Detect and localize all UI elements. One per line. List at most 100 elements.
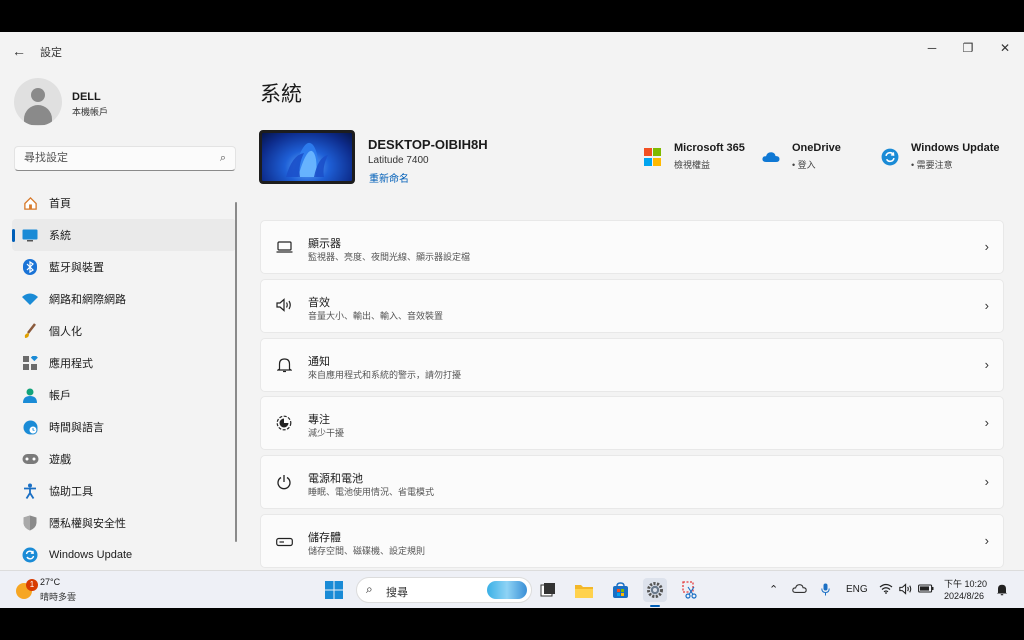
- sidebar-item-gaming[interactable]: 遊戲: [12, 443, 236, 475]
- sidebar-nav: 首頁 系統 藍牙與裝置 網路和網際網路 個人化 應用程式 帳戶 時間與語言 遊戲…: [12, 187, 236, 571]
- service-status: • 登入: [792, 160, 816, 170]
- card-title: 儲存體: [308, 531, 341, 544]
- home-icon: [21, 194, 39, 212]
- card-notifications[interactable]: 通知 來自應用程式和系統的警示，請勿打擾 ›: [260, 337, 1004, 392]
- close-button[interactable]: ✕: [993, 38, 1017, 58]
- chevron-right-icon: ›: [984, 415, 989, 431]
- card-subtitle: 來自應用程式和系統的警示，請勿打擾: [308, 369, 462, 380]
- card-subtitle: 儲存空間、磁碟機、設定規則: [308, 545, 426, 556]
- service-status: 檢視權益: [674, 160, 711, 170]
- volume-icon[interactable]: [899, 583, 913, 598]
- sidebar-item-accounts[interactable]: 帳戶: [12, 379, 236, 411]
- sidebar-item-label: 時間與語言: [49, 422, 104, 434]
- card-subtitle: 監視器、亮度、夜間光線、顯示器設定檔: [308, 252, 471, 262]
- taskbar-search[interactable]: ⌕ 搜尋: [356, 577, 532, 603]
- card-display[interactable]: 顯示器 監視器、亮度、夜間光線、顯示器設定檔 ›: [260, 220, 1004, 274]
- bluetooth-icon: [21, 258, 39, 276]
- card-focus[interactable]: 專注 減少干擾 ›: [260, 396, 1004, 451]
- snipping-tool-button[interactable]: [678, 578, 702, 602]
- card-power-battery[interactable]: 電源和電池 睡眠、電池使用情況、省電模式 ›: [260, 455, 1004, 510]
- sidebar-item-time-language[interactable]: 時間與語言: [12, 411, 236, 443]
- notification-bell-icon[interactable]: [996, 583, 1008, 599]
- sidebar-item-label: 隱私權與安全性: [49, 518, 126, 530]
- speaker-icon: [275, 297, 293, 316]
- card-title: 音效: [308, 296, 330, 309]
- restore-button[interactable]: ❐: [956, 38, 980, 58]
- power-icon: [275, 474, 293, 492]
- onedrive-cloud-icon: [762, 148, 780, 166]
- service-name: Windows Update: [911, 142, 1000, 154]
- sidebar-item-label: 協助工具: [49, 486, 93, 498]
- chevron-right-icon: ›: [984, 474, 989, 490]
- card-subtitle: 減少干擾: [308, 428, 345, 439]
- snipping-tool-icon: [682, 581, 697, 599]
- sidebar-item-privacy[interactable]: 隱私權與安全性: [12, 507, 236, 539]
- microphone-icon[interactable]: [821, 583, 830, 599]
- store-icon: [612, 581, 628, 598]
- sidebar-item-windows-update[interactable]: Windows Update: [12, 539, 236, 571]
- sidebar-item-label: 藍牙與裝置: [49, 262, 104, 274]
- sidebar-item-label: 網路和網際網路: [49, 294, 126, 306]
- card-title: 電源和電池: [308, 473, 363, 486]
- wifi-icon: [21, 290, 39, 308]
- device-model: Latitude 7400: [368, 155, 429, 166]
- avatar-body-icon: [24, 105, 52, 125]
- microsoft-store-button[interactable]: [608, 578, 632, 602]
- sidebar-item-accessibility[interactable]: 協助工具: [12, 475, 236, 507]
- start-button[interactable]: [322, 578, 346, 602]
- bloom-wallpaper-icon: [286, 142, 328, 177]
- microsoft-logo-icon: [644, 148, 662, 166]
- sidebar-item-label: 應用程式: [49, 358, 93, 370]
- clock-time[interactable]: 下午 10:20: [944, 577, 987, 590]
- profile-name: DELL: [72, 91, 101, 103]
- settings-taskbar-button[interactable]: [643, 578, 667, 602]
- weather-description: 晴時多雲: [40, 592, 77, 602]
- globe-clock-icon: [21, 418, 39, 436]
- card-title: 顯示器: [308, 238, 341, 250]
- sidebar-scrollbar[interactable]: [235, 202, 237, 542]
- focus-icon: [275, 415, 293, 433]
- avatar[interactable]: [14, 78, 62, 126]
- search-highlight-image: [487, 581, 527, 599]
- weather-widget[interactable]: 1: [14, 579, 38, 601]
- search-input[interactable]: [24, 147, 214, 169]
- service-name: OneDrive: [792, 142, 841, 154]
- clock-date[interactable]: 2024/8/26: [944, 591, 984, 601]
- sidebar-item-label: 帳戶: [49, 390, 71, 402]
- file-explorer-button[interactable]: [572, 578, 596, 602]
- back-arrow-icon[interactable]: ←: [10, 42, 28, 60]
- chevron-right-icon: ›: [984, 532, 989, 548]
- update-icon: [21, 546, 39, 564]
- search-box[interactable]: ⌕: [14, 146, 236, 171]
- wifi-tray-icon[interactable]: [879, 583, 893, 597]
- task-view-button[interactable]: [536, 578, 560, 602]
- device-wallpaper-image: [259, 130, 355, 184]
- apps-icon: [21, 354, 39, 372]
- language-indicator[interactable]: ENG: [846, 584, 868, 595]
- battery-icon[interactable]: [918, 583, 934, 597]
- card-sound[interactable]: 音效 音量大小、輸出、輸入、音效裝置 ›: [260, 278, 1004, 333]
- sidebar-item-personalization[interactable]: 個人化: [12, 315, 236, 347]
- sidebar-item-apps[interactable]: 應用程式: [12, 347, 236, 379]
- brush-icon: [21, 322, 39, 340]
- device-name: DESKTOP-OIBIH8H: [368, 137, 488, 152]
- sidebar-item-system[interactable]: 系統: [12, 219, 236, 251]
- sidebar-item-label: 系統: [49, 230, 71, 242]
- search-icon[interactable]: ⌕: [220, 152, 226, 165]
- sidebar-item-home[interactable]: 首頁: [12, 187, 236, 219]
- minimize-button[interactable]: ─: [920, 38, 944, 58]
- sidebar-item-bluetooth[interactable]: 藍牙與裝置: [12, 251, 236, 283]
- chevron-up-icon[interactable]: ⌃: [769, 583, 778, 596]
- display-icon: [275, 239, 293, 257]
- page-title: 系統: [260, 83, 302, 106]
- onedrive-tray-icon[interactable]: [792, 583, 807, 597]
- rename-link[interactable]: 重新命名: [369, 170, 409, 185]
- chevron-right-icon: ›: [984, 356, 989, 372]
- sidebar-item-network[interactable]: 網路和網際網路: [12, 283, 236, 315]
- task-view-icon: [540, 583, 555, 597]
- window-title: 設定: [40, 47, 62, 59]
- card-storage[interactable]: 儲存體 儲存空間、磁碟機、設定規則 ›: [260, 513, 1004, 568]
- card-subtitle: 睡眠、電池使用情況、省電模式: [308, 487, 435, 498]
- chevron-right-icon: ›: [984, 297, 989, 313]
- gear-icon: [647, 582, 663, 598]
